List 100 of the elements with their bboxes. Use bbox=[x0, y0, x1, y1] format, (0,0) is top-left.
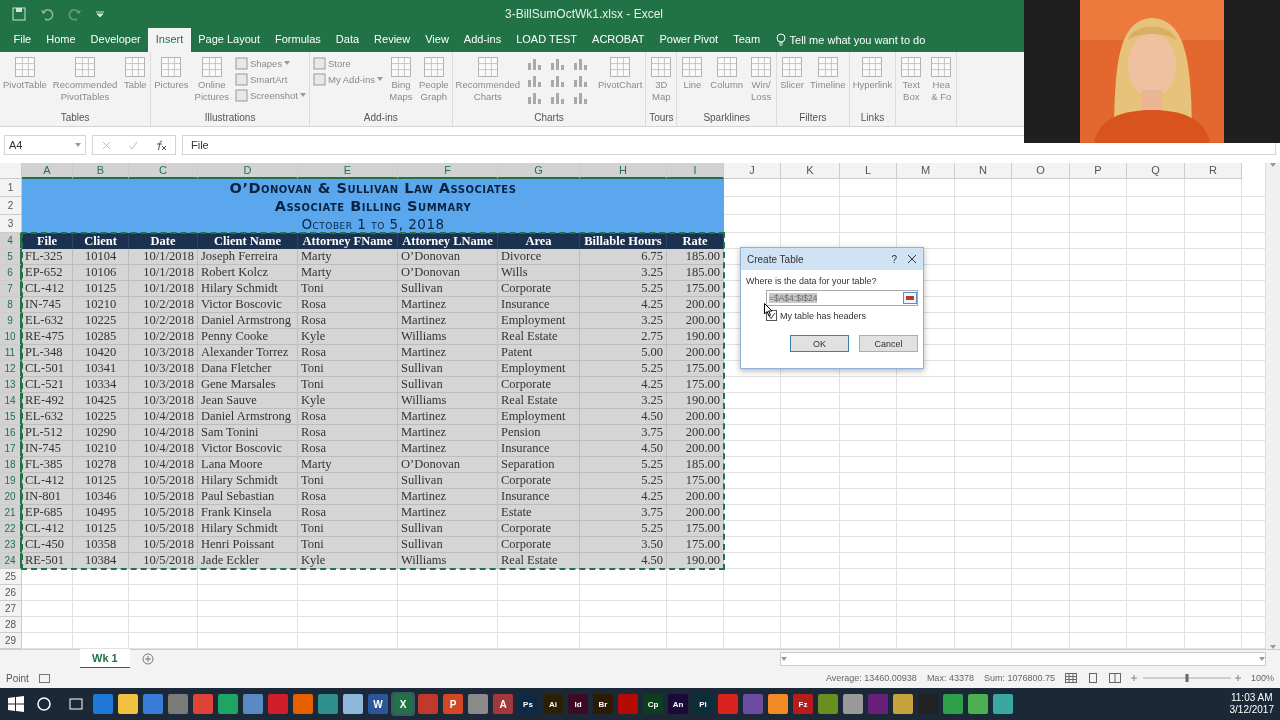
app-icon[interactable]: W bbox=[368, 694, 388, 715]
save-icon[interactable] bbox=[12, 6, 26, 21]
ribbon-button[interactable]: Win/ Loss bbox=[747, 54, 776, 103]
letter-heading[interactable]: B bbox=[73, 163, 129, 180]
ribbon-button[interactable]: Recommended Charts bbox=[453, 54, 522, 103]
ribbon-button[interactable]: Hea & Fo bbox=[927, 54, 956, 103]
letter-heading[interactable]: L bbox=[840, 163, 897, 180]
page-break-icon[interactable] bbox=[1108, 673, 1121, 684]
ribbon-button[interactable]: Slicer bbox=[778, 54, 807, 91]
letter-heading[interactable]: H bbox=[580, 163, 667, 180]
row-number[interactable]: 22 bbox=[0, 521, 22, 538]
app-icon[interactable]: Fz bbox=[793, 694, 813, 715]
app-icon[interactable]: Pl bbox=[693, 694, 713, 715]
zoom-slider[interactable] bbox=[1130, 673, 1241, 684]
row-number[interactable]: 6 bbox=[0, 265, 22, 282]
ribbon-button[interactable]: Column bbox=[708, 54, 746, 91]
row-number[interactable]: 28 bbox=[0, 617, 22, 634]
row-number[interactable]: 2 bbox=[0, 197, 22, 216]
app-icon[interactable] bbox=[343, 694, 363, 715]
row-number[interactable]: 13 bbox=[0, 377, 22, 394]
ribbon-tab[interactable]: Developer bbox=[83, 27, 149, 52]
row-number[interactable]: 18 bbox=[0, 457, 22, 474]
horizontal-scrollbar[interactable] bbox=[780, 652, 1266, 667]
ribbon-tab[interactable]: LOAD TEST bbox=[508, 27, 585, 52]
row-number[interactable]: 8 bbox=[0, 297, 22, 314]
letter-heading[interactable]: P bbox=[1070, 163, 1127, 180]
row-number[interactable]: 3 bbox=[0, 215, 22, 234]
ribbon-button[interactable]: Shapes bbox=[234, 56, 306, 70]
ribbon-button[interactable]: My Add-ins bbox=[313, 72, 383, 86]
row-number[interactable]: 15 bbox=[0, 409, 22, 426]
app-icon[interactable]: Br bbox=[593, 694, 613, 715]
ribbon-button[interactable]: Text Box bbox=[897, 54, 926, 103]
letter-heading[interactable]: M bbox=[897, 163, 955, 180]
row-number[interactable]: 29 bbox=[0, 633, 22, 650]
letter-heading[interactable]: I bbox=[667, 163, 724, 180]
letter-heading[interactable]: J bbox=[724, 163, 781, 180]
ribbon-tab[interactable]: Formulas bbox=[267, 27, 329, 52]
row-number[interactable]: 19 bbox=[0, 473, 22, 490]
ribbon-tab[interactable]: Team bbox=[725, 27, 768, 52]
ribbon-button[interactable]: SmartArt bbox=[234, 72, 306, 86]
app-icon[interactable]: Id bbox=[568, 694, 588, 715]
app-icon[interactable]: X bbox=[393, 694, 413, 715]
ribbon-tab[interactable]: Data bbox=[328, 27, 367, 52]
ribbon-button[interactable]: 3D Map bbox=[647, 54, 676, 103]
dialog-button[interactable]: Cancel bbox=[859, 335, 918, 352]
letter-heading[interactable]: R bbox=[1185, 163, 1242, 180]
ribbon-button[interactable]: Line bbox=[678, 54, 707, 91]
letter-heading[interactable]: D bbox=[198, 163, 298, 180]
ribbon-button[interactable]: Online Pictures bbox=[192, 54, 231, 103]
row-number[interactable]: 25 bbox=[0, 569, 22, 586]
normal-view-icon[interactable] bbox=[1064, 673, 1077, 684]
app-icon[interactable] bbox=[993, 694, 1013, 715]
row-number[interactable]: 5 bbox=[0, 249, 22, 266]
letter-heading[interactable]: Q bbox=[1127, 163, 1185, 180]
letter-heading[interactable]: G bbox=[498, 163, 580, 180]
app-icon[interactable]: Ai bbox=[543, 694, 563, 715]
clock[interactable]: 11:03 AM 3/12/2017 bbox=[1223, 692, 1280, 717]
row-number[interactable]: 1 bbox=[0, 179, 22, 198]
row-number[interactable]: 7 bbox=[0, 281, 22, 298]
dialog-button[interactable]: OK bbox=[790, 335, 849, 352]
app-icon[interactable] bbox=[218, 694, 238, 715]
app-icon[interactable] bbox=[818, 694, 838, 715]
ribbon-tab[interactable]: Add-ins bbox=[456, 27, 509, 52]
app-icon[interactable]: Ps bbox=[518, 694, 538, 715]
app-icon[interactable] bbox=[768, 694, 788, 715]
ribbon-tab[interactable]: File bbox=[6, 27, 39, 52]
ribbon-button[interactable]: Bing Maps bbox=[387, 54, 415, 103]
ribbon-button[interactable]: PivotChart bbox=[596, 54, 645, 91]
app-icon[interactable] bbox=[893, 694, 913, 715]
ribbon-tab[interactable]: Power Pivot bbox=[651, 27, 726, 52]
app-icon[interactable] bbox=[968, 694, 988, 715]
row-number[interactable]: 14 bbox=[0, 393, 22, 410]
name-box[interactable]: A4 bbox=[4, 135, 86, 156]
row-number[interactable]: 16 bbox=[0, 425, 22, 442]
ribbon-button[interactable]: Hyperlink bbox=[850, 54, 895, 91]
customize-icon[interactable] bbox=[96, 9, 104, 18]
app-icon[interactable] bbox=[293, 694, 313, 715]
ribbon-button[interactable]: Table bbox=[121, 54, 150, 91]
row-number[interactable]: 17 bbox=[0, 441, 22, 458]
ribbon-button[interactable]: Screenshot bbox=[234, 88, 306, 102]
row-number[interactable]: 26 bbox=[0, 585, 22, 602]
app-icon[interactable] bbox=[468, 694, 488, 715]
vertical-scrollbar[interactable] bbox=[1265, 163, 1280, 650]
app-icon[interactable]: An bbox=[668, 694, 688, 715]
row-number[interactable]: 10 bbox=[0, 329, 22, 346]
ribbon-button[interactable]: Recommended PivotTables bbox=[50, 54, 120, 103]
ribbon-tab[interactable]: Insert bbox=[148, 27, 191, 52]
letter-heading[interactable]: K bbox=[781, 163, 840, 180]
collapse-dialog-icon[interactable] bbox=[903, 292, 917, 304]
function-icon[interactable] bbox=[154, 139, 167, 151]
letter-heading[interactable]: F bbox=[398, 163, 498, 180]
macro-record-icon[interactable] bbox=[38, 673, 50, 683]
ribbon-tab[interactable]: Review bbox=[366, 27, 418, 52]
ribbon-button[interactable]: People Graph bbox=[417, 54, 451, 103]
app-icon[interactable] bbox=[943, 694, 963, 715]
app-icon[interactable]: P bbox=[443, 694, 463, 715]
letter-heading[interactable]: E bbox=[298, 163, 398, 180]
ribbon-button[interactable]: Pictures bbox=[152, 54, 191, 91]
sheet-tab[interactable]: Wk 1 bbox=[80, 649, 130, 670]
add-sheet-icon[interactable] bbox=[141, 653, 154, 666]
